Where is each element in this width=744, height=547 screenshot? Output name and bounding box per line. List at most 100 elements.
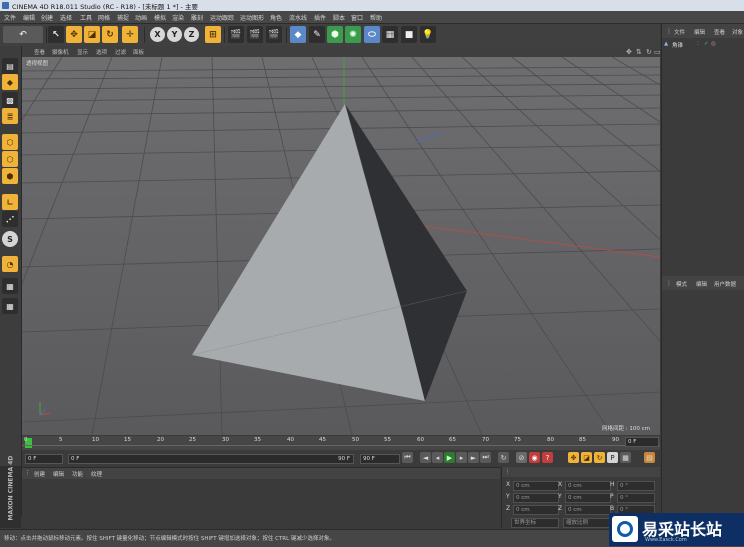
key-parameter-icon[interactable]: P [607,452,618,463]
menu-item[interactable]: 动画 [135,13,147,22]
menu-item[interactable]: 雕刻 [191,13,203,22]
menu-item[interactable]: 工具 [80,13,92,22]
y-axis-lock-icon[interactable]: Y [167,27,182,42]
size-mode-dropdown[interactable]: 缩放比例 [563,518,611,528]
points-mode-icon[interactable]: ⬡ [2,134,18,150]
loop-icon[interactable]: ↻ [498,452,509,463]
edges-mode-icon[interactable]: ⬡ [2,151,18,167]
z-axis-lock-icon[interactable]: Z [184,27,199,42]
menu-item[interactable]: 插件 [314,13,326,22]
mm-tab-edit[interactable]: 编辑 [53,470,64,478]
object-name[interactable]: 角锥 [672,41,683,49]
rotate-view-icon[interactable]: ↻ [646,48,652,56]
position-z-field[interactable]: 0 cm [513,505,559,515]
transform-tool-icon[interactable]: ✛ [122,26,138,43]
spline-pen-icon[interactable]: ✎ [309,26,325,43]
menu-item[interactable]: 窗口 [351,13,363,22]
menu-item[interactable]: 运动图形 [240,13,264,22]
play-icon[interactable]: ▶ [444,452,455,463]
maximize-view-icon[interactable]: ▭ [654,48,661,56]
key-scale-icon[interactable]: ◪ [581,452,592,463]
render-settings-icon[interactable]: 🎬 [266,26,282,43]
am-tab-userdata[interactable]: 用户数据 [714,280,736,288]
panel-handle-icon[interactable]: ⋮ [505,469,511,475]
rotation-h-field[interactable]: 0 ° [617,481,655,491]
current-frame-field[interactable]: 0 F [625,437,659,447]
autokey-icon[interactable]: ◉ [529,452,540,463]
undo-button[interactable]: ↶ [3,26,43,43]
phong-tag-icon[interactable]: ◎ [711,41,716,47]
om-tab-view[interactable]: 查看 [714,28,725,36]
menu-item[interactable]: 流水线 [289,13,307,22]
subdivision-icon[interactable]: ⬢ [327,26,343,43]
next-key-icon[interactable]: ► [468,452,479,463]
cube-primitive-icon[interactable]: ◆ [290,26,306,43]
snap-icon[interactable]: S [2,231,18,247]
tweak-mode-icon[interactable]: ⋰ [2,211,18,227]
menu-item[interactable]: 模拟 [154,13,166,22]
move-view-icon[interactable]: ✥ [626,48,632,56]
mm-tab-create[interactable]: 创建 [34,470,45,478]
size-z-field[interactable]: 0 cm [565,505,611,515]
panel-handle-icon[interactable]: ⋮ [666,280,672,287]
viewport-menu-item[interactable]: 过滤 [115,48,126,56]
make-editable-icon[interactable]: ▤ [2,58,18,74]
prev-frame-icon[interactable]: ◂ [432,452,443,463]
coordinate-system-dropdown[interactable]: 世界坐标 [511,518,559,528]
texture-mode-icon[interactable]: ▩ [2,92,18,108]
panel-handle-icon[interactable]: ⋮ [666,28,672,35]
floor-scene-icon[interactable]: ▦ [382,26,398,43]
mm-tab-function[interactable]: 功能 [72,470,83,478]
deformer-icon[interactable]: ⬭ [364,26,380,43]
position-y-field[interactable]: 0 cm [513,493,559,503]
light-icon[interactable]: 💡 [420,26,436,43]
visibility-dots-icon[interactable]: ⁚ [697,41,699,47]
viewport-menu-item[interactable]: 选项 [96,48,107,56]
enabled-check-icon[interactable]: ✓ [704,41,709,47]
keyframe-selection-icon[interactable]: ? [542,452,553,463]
mm-tab-texture[interactable]: 纹理 [91,470,102,478]
next-frame-icon[interactable]: ▸ [456,452,467,463]
cloner-icon[interactable]: ✺ [345,26,361,43]
move-tool-icon[interactable]: ✥ [66,26,82,43]
viewport-menu-item[interactable]: 显示 [77,48,88,56]
workplane-icon[interactable]: ≣ [2,108,18,124]
enable-axis-icon[interactable]: ∟ [2,194,18,210]
panel-handle-icon[interactable]: ⋮ [25,470,31,476]
start-frame-field[interactable]: 0 F [25,454,63,464]
size-y-field[interactable]: 0 cm [565,493,611,503]
layers-icon[interactable]: ▦ [2,298,18,314]
end-frame-field[interactable]: 90 F [360,454,400,464]
menu-item[interactable]: 选择 [60,13,72,22]
menu-item[interactable]: 渲染 [172,13,184,22]
om-tab-edit[interactable]: 编辑 [694,28,705,36]
key-pla-icon[interactable]: ▦ [620,452,631,463]
render-view-icon[interactable]: 🎬 [228,26,244,43]
prev-key-icon[interactable]: ◄ [420,452,431,463]
viewport-menu-item[interactable]: 摄像机 [52,48,69,56]
zoom-view-icon[interactable]: ⇅ [636,48,642,56]
coordinate-system-icon[interactable]: ⊞ [205,26,221,43]
key-rotation-icon[interactable]: ↻ [594,452,605,463]
om-tab-file[interactable]: 文件 [674,28,685,36]
menu-item[interactable]: 角色 [270,13,282,22]
size-x-field[interactable]: 0 cm [565,481,611,491]
object-row[interactable]: ▲ 角锥 ⁚ ✓ ◎ [664,40,743,49]
rotation-p-field[interactable]: 0 ° [617,493,655,503]
am-tab-mode[interactable]: 模式 [676,280,687,288]
model-mode-icon[interactable]: ◆ [2,74,18,90]
menu-item[interactable]: 捕捉 [117,13,129,22]
perspective-viewport[interactable] [22,57,660,435]
rotate-tool-icon[interactable]: ↻ [102,26,118,43]
menu-item[interactable]: 脚本 [333,13,345,22]
select-cursor-icon[interactable]: ↖ [48,26,64,43]
viewport-menu-item[interactable]: 查看 [34,48,45,56]
menu-item[interactable]: 编辑 [23,13,35,22]
timeline-window-icon[interactable]: ▤ [644,452,655,463]
om-tab-objects[interactable]: 对象 [732,28,743,36]
menu-item[interactable]: 创建 [41,13,53,22]
planar-workplane-icon[interactable]: ▦ [2,278,18,294]
goto-end-icon[interactable]: ⏭ [480,452,491,463]
scale-tool-icon[interactable]: ◪ [84,26,100,43]
x-axis-lock-icon[interactable]: X [150,27,165,42]
